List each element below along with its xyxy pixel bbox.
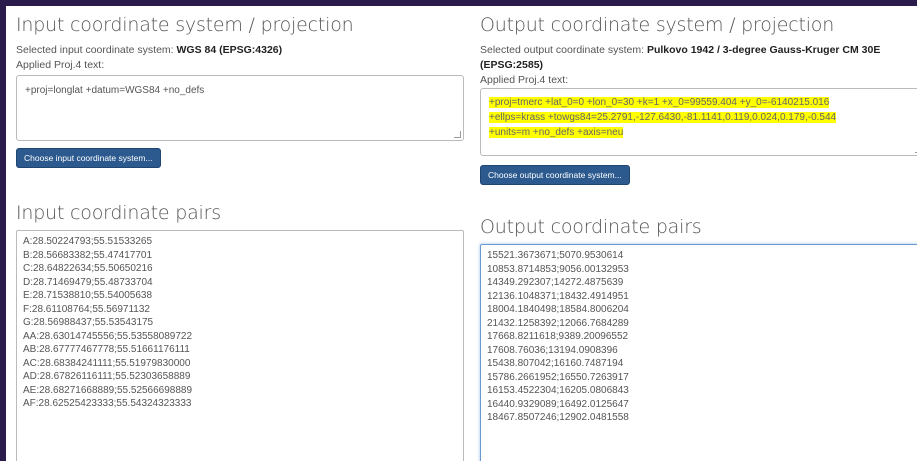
coordinate-pair-row: 18004.1840498;18584.8006204 [487,304,629,315]
input-pairs-list: A:28.50224793;55.51533265 B:28.56683382;5… [23,235,457,411]
converter-page: Input coordinate system / projection Sel… [6,6,917,461]
coordinate-pair-row: C:28.64822634;55.50650216 [23,263,153,274]
coordinate-pair-row: 17668.8211618;9389.20096552 [487,331,629,342]
output-pairs-title: Output coordinate pairs [480,216,702,238]
coordinate-pair-row: 18467.8507246;12902.0481558 [487,412,629,423]
input-proj-textarea[interactable]: +proj=longlat +datum=WGS84 +no_defs [16,75,464,141]
input-selected-name: WGS 84 (EPSG:4326) [176,44,283,56]
coordinate-pair-row: 15521.3673671;5070.9530614 [487,250,624,261]
coordinate-pair-row: 16440.9329089;16492.0125647 [487,398,629,410]
input-proj-label: Applied Proj.4 text: [16,59,105,71]
output-selected-code: (EPSG:2585) [480,59,544,71]
output-proj-line-1: +proj=tmerc +lat_0=0 +lon_0=30 +k=1 +x_0… [489,97,830,108]
output-proj-label: Applied Proj.4 text: [480,74,569,86]
coordinate-pair-row: 21432.1258392;12066.7684289 [487,317,629,329]
coordinate-pair-row: 14349.292307;14272.4875639 [487,277,624,288]
coordinate-pair-row: D:28.71469479;55.48733704 [23,276,153,288]
output-pairs-textarea[interactable]: 15521.3673671;5070.9530614 10853.8714853;… [480,244,917,461]
output-selected-prefix: Selected output coordinate system: [480,44,647,56]
coordinate-pair-row: B:28.56683382;55.47417701 [23,249,153,261]
input-pairs-textarea[interactable]: A:28.50224793;55.51533265 B:28.56683382;5… [16,230,464,461]
input-selected-system: Selected input coordinate system: WGS 84… [16,43,282,58]
resize-grip-icon[interactable] [454,131,461,138]
choose-input-system-button[interactable]: Choose input coordinate system... [16,148,161,168]
coordinate-pair-row: 15438.807042;16160.7487194 [487,358,624,369]
coordinate-pair-row: AE:28.68271668889;55.52566698889 [23,384,193,396]
coordinate-pair-row: A:28.50224793;55.51533265 [23,236,153,247]
output-proj-line-3: +units=m +no_defs +axis=neu [489,127,624,138]
coordinate-pair-row: 12136.1048371;18432.4914951 [487,290,629,302]
coordinate-pair-row: 10853.8714853;9056.00132953 [487,263,629,275]
output-title: Output coordinate system / projection [480,14,835,36]
output-proj-line-2: +ellps=krass +towgs84=25.2791,-127.6430,… [489,112,837,123]
input-proj-text: +proj=longlat +datum=WGS84 +no_defs [25,85,205,96]
coordinate-pair-row: AF:28.62525423333;55.54324323333 [23,398,192,409]
coordinate-pair-row: 16153.4522304;16205.0806843 [487,385,629,396]
output-pairs-list: 15521.3673671;5070.9530614 10853.8714853;… [487,249,917,425]
coordinate-pair-row: AC:28.68384241111;55.51979830000 [23,357,191,369]
coordinate-pair-row: AB:28.67777467778;55.51661176111 [23,344,190,355]
output-selected-code-line: (EPSG:2585) [480,58,543,73]
choose-output-system-button[interactable]: Choose output coordinate system... [480,165,630,185]
input-pairs-title: Input coordinate pairs [16,202,221,224]
coordinate-pair-row: 15786.2661952;16550.7263917 [487,371,629,383]
coordinate-pair-row: AA:28.63014745556;55.53558089722 [23,330,193,342]
output-selected-name: Pulkovo 1942 / 3-degree Gauss-Kruger CM … [646,44,881,56]
coordinate-pair-row: E:28.71538810;55.54005638 [23,290,153,301]
coordinate-pair-row: F:28.61108764;55.56971132 [23,303,150,315]
coordinate-pair-row: G:28.56988437;55.53543175 [23,317,154,328]
input-selected-prefix: Selected input coordinate system: [16,44,177,56]
output-selected-system: Selected output coordinate system: Pulko… [480,43,880,58]
output-proj-textarea[interactable]: +proj=tmerc +lat_0=0 +lon_0=30 +k=1 +x_0… [480,88,917,156]
input-title: Input coordinate system / projection [16,14,354,36]
coordinate-pair-row: AD:28.67826116111;55.52303658889 [23,371,191,382]
coordinate-pair-row: 17608.76036;13194.0908396 [487,344,618,356]
